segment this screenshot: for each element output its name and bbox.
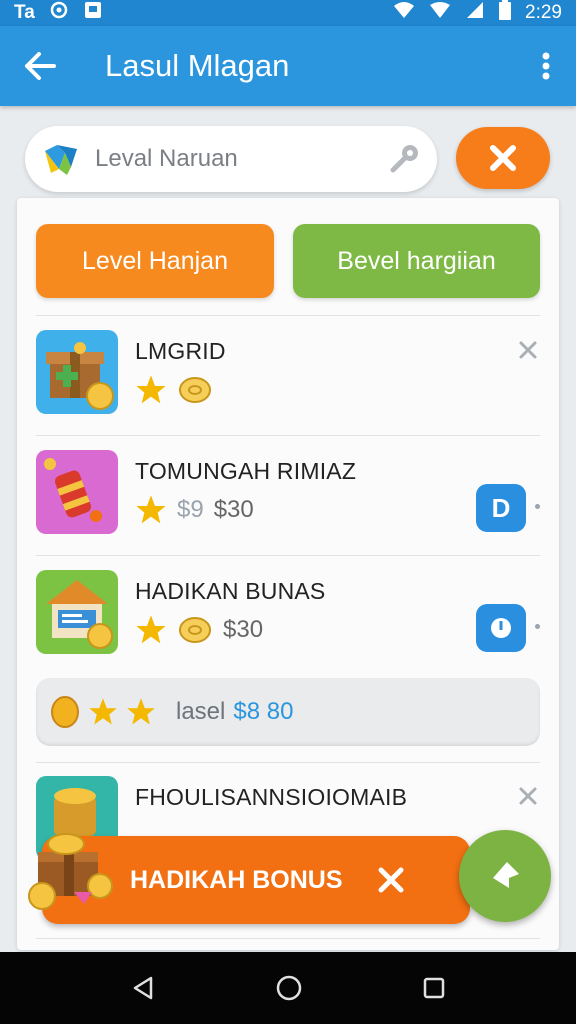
divider <box>36 555 540 556</box>
summary-amount: $8 80 <box>233 698 294 725</box>
gift-box-icon <box>36 330 118 414</box>
list-item[interactable]: TOMUNGAH RIMIAZ $9 $30 D <box>36 450 540 550</box>
item-action-button[interactable]: D <box>476 484 526 532</box>
summary-label: lasel <box>176 698 226 725</box>
item-name: TOMUNGAH RIMIAZ <box>135 458 357 484</box>
star-icon <box>136 495 166 524</box>
item-meta: $9 $30 <box>135 494 254 526</box>
back-button[interactable] <box>0 26 80 106</box>
recents-square-icon[interactable] <box>421 975 447 1001</box>
toast-label: HADIKAH BONUS <box>130 865 343 894</box>
send-fab-button[interactable] <box>459 830 551 922</box>
star-icon <box>89 698 117 725</box>
send-icon <box>493 862 519 888</box>
treasure-chest-icon <box>28 833 113 910</box>
status-bar: Ta 2:29 <box>0 0 576 26</box>
more-vertical-icon <box>542 52 550 80</box>
notification-icon <box>83 0 103 26</box>
filter-level-hanjan-button[interactable]: Level Hanjan <box>36 224 274 298</box>
shop-icon <box>36 570 118 654</box>
status-left-text: Ta <box>14 2 35 23</box>
system-nav-bar <box>0 952 576 1024</box>
list-item[interactable]: HADIKAN BUNAS $30 <box>36 570 540 670</box>
item-name: HADIKAN BUNAS <box>135 578 326 604</box>
divider <box>36 762 540 763</box>
sync-icon <box>49 0 69 26</box>
signal-icon <box>465 1 485 25</box>
dismiss-icon[interactable] <box>516 338 540 362</box>
firecracker-icon <box>36 450 118 534</box>
item-old-price: $9 <box>177 496 204 523</box>
divider <box>36 315 540 316</box>
star-icon <box>136 615 166 644</box>
app-bar: Lasul Mlagan <box>0 26 576 106</box>
divider <box>36 435 540 436</box>
coin-icon <box>179 617 211 643</box>
search-bar[interactable]: Leval Naruan <box>25 126 437 192</box>
close-icon <box>490 145 516 171</box>
item-name: LMGRID <box>135 338 226 364</box>
home-circle-icon[interactable] <box>274 973 304 1003</box>
close-icon[interactable] <box>375 864 407 896</box>
coin-icon <box>179 377 211 403</box>
star-icon <box>136 375 166 404</box>
cellular-icon <box>429 1 451 25</box>
item-name: FHOULISANNSIOIOMAIB <box>135 784 408 810</box>
arrow-left-icon <box>25 52 56 80</box>
microphone-icon[interactable] <box>387 142 421 176</box>
wifi-icon <box>393 1 415 25</box>
close-button[interactable] <box>456 127 550 189</box>
summary-bar: lasel $8 80 <box>36 678 540 746</box>
overflow-menu-button[interactable] <box>516 26 576 106</box>
list-item[interactable]: LMGRID <box>36 330 540 430</box>
coin-icon <box>51 696 79 728</box>
battery-icon <box>499 0 512 26</box>
item-meta <box>135 374 213 406</box>
app-logo-icon <box>41 139 81 179</box>
clock: 2:29 <box>525 2 562 23</box>
item-meta: $30 <box>135 614 263 646</box>
page-title: Lasul Mlagan <box>105 48 290 83</box>
filter-bevel-hargiian-button[interactable]: Bevel hargiian <box>293 224 540 298</box>
back-triangle-icon[interactable] <box>129 974 157 1002</box>
search-input[interactable]: Leval Naruan <box>95 145 387 173</box>
divider <box>36 938 540 939</box>
item-price: $30 <box>213 496 254 523</box>
chevron-icon <box>535 504 540 509</box>
star-icon <box>127 698 155 725</box>
item-action-button[interactable] <box>476 604 526 652</box>
chevron-icon <box>535 624 540 629</box>
dismiss-icon[interactable] <box>516 784 540 808</box>
item-price: $30 <box>223 616 264 643</box>
timer-icon <box>491 618 511 638</box>
